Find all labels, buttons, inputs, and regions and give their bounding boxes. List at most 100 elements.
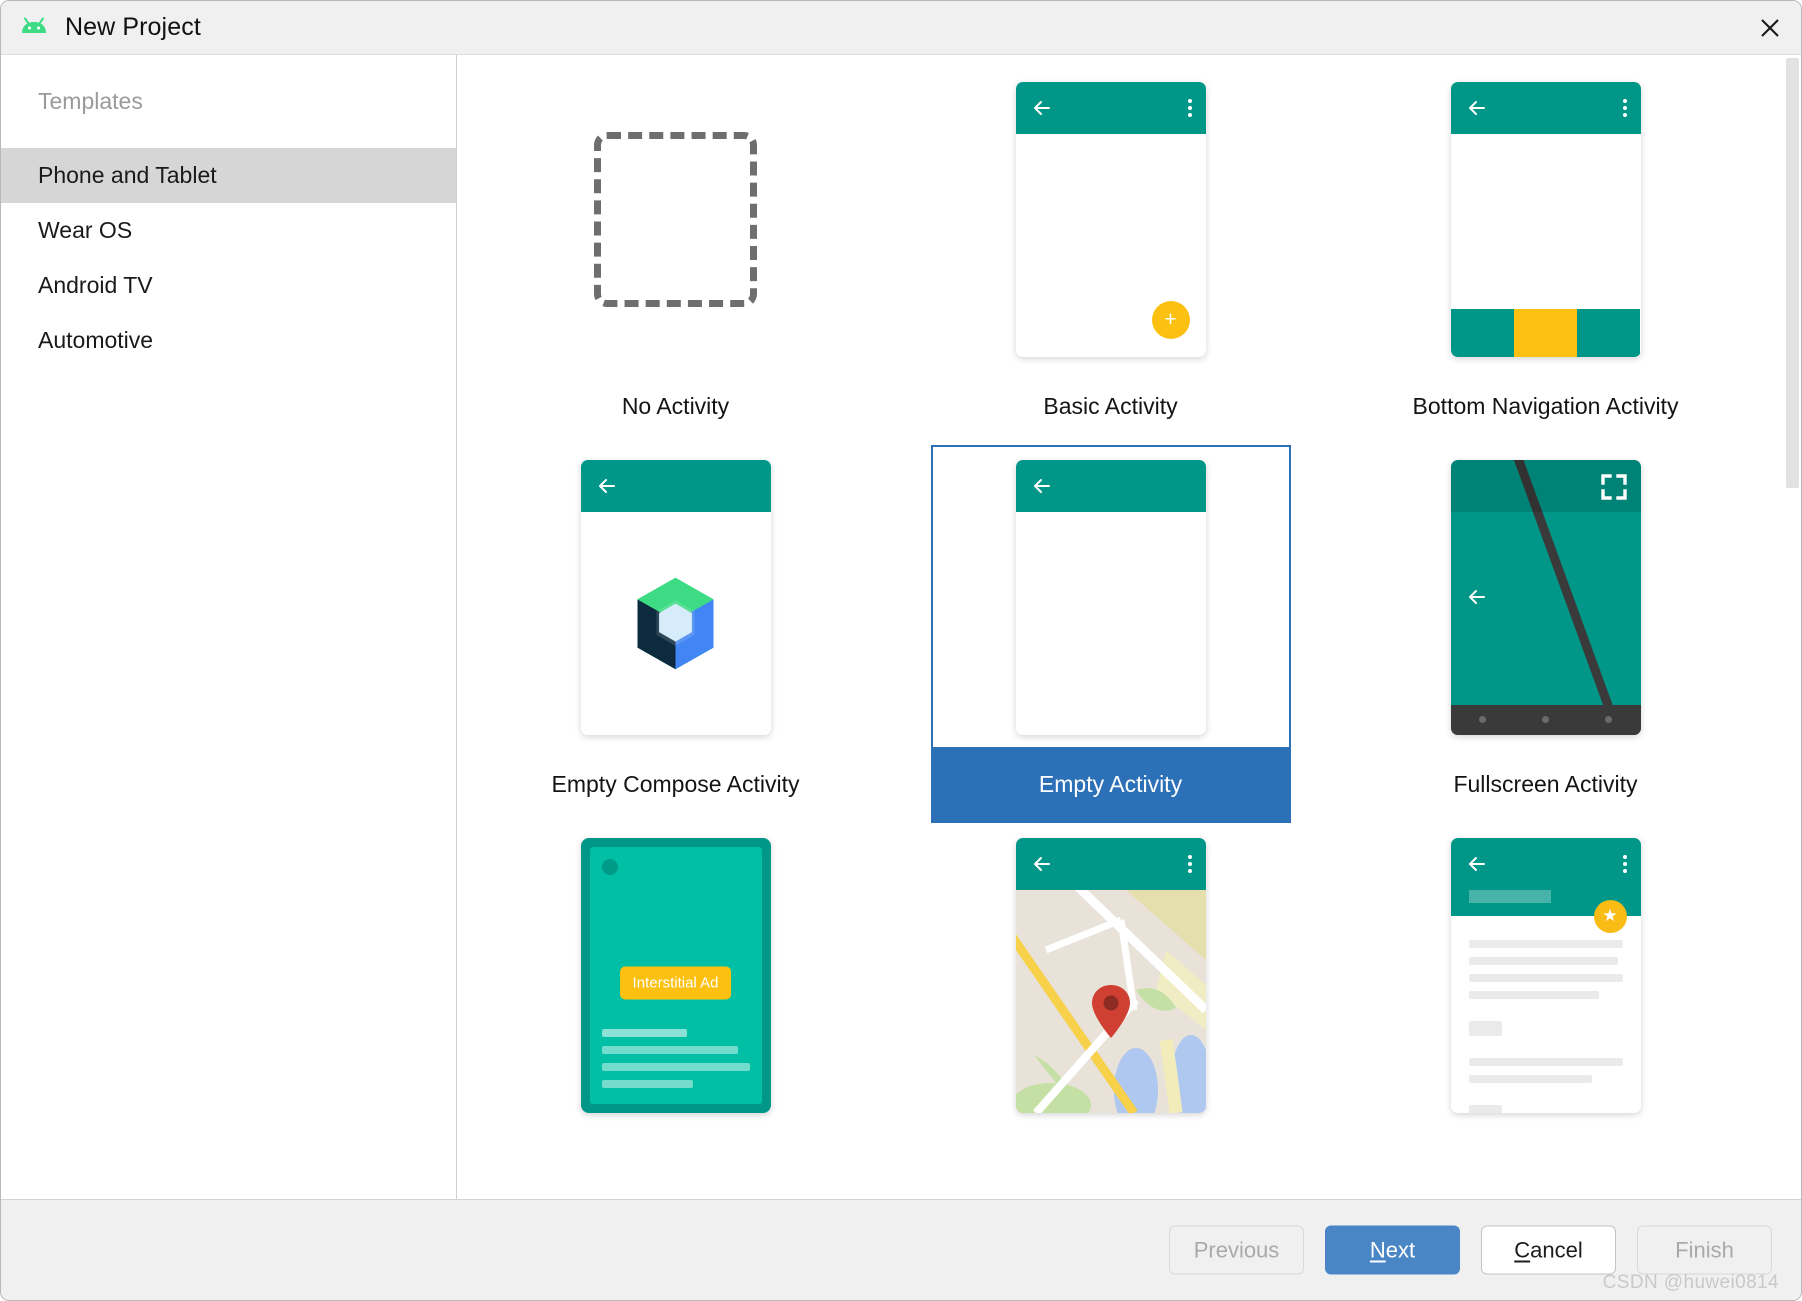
sidebar-header: Templates [38,88,143,114]
template-thumbnail [1368,447,1724,747]
template-card-frame: No Activity [496,67,856,445]
app-bar [1450,81,1641,134]
template-label: Bottom Navigation Activity [1412,393,1679,419]
template-thumbnail [498,447,854,747]
text-line [1468,1074,1592,1083]
interstitial-ad-badge: Interstitial Ad [619,966,732,1000]
title-bar: New Project [1,1,1801,55]
phone-mock: + [1015,81,1206,357]
template-card-empty-compose-activity[interactable]: Empty Compose Activity [458,445,893,823]
app-bar [580,459,771,512]
template-card-frame: Interstitial Ad [496,823,856,1199]
floating-action-button-star-icon: ★ [1593,899,1627,933]
compose-logo-wrap [581,512,771,735]
template-thumbnail: ★ [1368,825,1724,1125]
nav-segment-active [1513,308,1578,357]
template-card-fullscreen-activity[interactable]: Fullscreen Activity [1328,445,1763,823]
template-thumbnail: + [933,69,1289,369]
android-icon [22,17,46,33]
sidebar-item-label: Wear OS [38,217,133,243]
phone-mock: Interstitial Ad [580,837,771,1113]
template-thumbnail [933,825,1289,1125]
ad-screen: Interstitial Ad [589,846,762,1104]
ad-text-lines [601,1028,750,1088]
sidebar-item-label: Automotive [38,327,154,353]
back-arrow-icon [598,478,615,493]
sidebar-item-phone-and-tablet[interactable]: Phone and Tablet [1,148,456,203]
new-project-dialog: New Project Templates Phone and Tablet W… [0,0,1802,1301]
template-card-frame: + Basic Activity [931,67,1291,445]
back-arrow-icon [1468,100,1485,115]
template-grid: No Activity + Basic Activity Bottom Navi… [458,55,1763,1199]
template-label: Empty Compose Activity [551,771,800,797]
overflow-menu-icon [1187,98,1192,117]
text-line [1468,990,1600,999]
phone-mock [580,459,771,735]
cancel-button-mnemonic: C [1514,1237,1531,1262]
template-card-empty-activity[interactable]: Empty Activity [893,445,1328,823]
template-card-scrolling-activity[interactable]: ★ [1328,823,1763,1199]
fullscreen-content [1450,459,1641,735]
text-line [601,1045,738,1054]
finish-button[interactable]: Finish [1637,1225,1772,1275]
templates-sidebar: Templates Phone and Tablet Wear OS Andro… [1,55,457,1199]
template-card-frame [931,823,1291,1199]
back-arrow-icon [1033,856,1050,871]
jetpack-compose-icon [637,577,714,669]
back-arrow-icon [1468,856,1485,871]
vertical-scrollbar[interactable] [1784,55,1801,1199]
watermark-text: CSDN @huwei0814 [1602,1272,1779,1293]
template-thumbnail [933,447,1289,747]
dashed-placeholder-icon [594,131,757,307]
template-card-frame: Empty Compose Activity [496,445,856,823]
title-placeholder [1468,889,1551,903]
overflow-menu-icon [1622,98,1627,117]
sidebar-item-android-tv[interactable]: Android TV [1,258,456,313]
phone-mock [1015,837,1206,1113]
text-line [601,1062,750,1071]
text-line [601,1079,694,1088]
template-label: No Activity [621,393,730,419]
nav-segment [1577,308,1641,357]
next-button[interactable]: Next [1325,1225,1460,1275]
overflow-menu-icon [1622,854,1627,873]
footer-button-group: Previous Next Cancel Finish [1169,1225,1772,1275]
floating-action-button-icon: + [1151,300,1190,339]
text-line [1468,1057,1623,1066]
template-label: Empty Activity [932,747,1289,821]
page-title: New Project [65,13,201,41]
sidebar-item-label: Phone and Tablet [38,162,217,188]
app-bar [1015,81,1206,134]
template-card-bottom-navigation-activity[interactable]: Bottom Navigation Activity [1328,67,1763,445]
template-card-interstitial-ad-activity[interactable]: Interstitial Ad [458,823,893,1199]
template-label [1368,1125,1724,1199]
fullscreen-expand-icon [1600,473,1627,500]
template-thumbnail [1368,69,1724,369]
previous-button-label: Previous [1193,1237,1280,1262]
dialog-footer: Previous Next Cancel Finish CSDN @huwei0… [1,1199,1801,1300]
map-canvas [1015,889,1206,1113]
template-card-no-activity[interactable]: No Activity [458,67,893,445]
nav-segment [1450,308,1514,357]
template-label: Fullscreen Activity [1453,771,1638,797]
cancel-button[interactable]: Cancel [1481,1225,1616,1275]
dialog-body: Templates Phone and Tablet Wear OS Andro… [1,55,1801,1199]
avatar-dot-icon [601,858,618,875]
previous-button[interactable]: Previous [1169,1225,1304,1275]
scrollbar-thumb[interactable] [1786,58,1799,488]
phone-mock [1450,81,1641,357]
template-thumbnail: Interstitial Ad [498,825,854,1125]
template-label [933,1125,1289,1199]
template-card-basic-activity[interactable]: + Basic Activity [893,67,1328,445]
close-button[interactable] [1739,1,1801,55]
text-line [1468,973,1623,982]
text-line [1468,939,1623,948]
template-card-google-maps-activity[interactable] [893,823,1328,1199]
sidebar-item-wear-os[interactable]: Wear OS [1,203,456,258]
next-button-mnemonic: N [1369,1237,1386,1262]
sidebar-item-automotive[interactable]: Automotive [1,313,456,368]
map-graphic [1015,889,1206,1113]
finish-button-label: Finish [1675,1237,1734,1262]
template-label: Basic Activity [1043,393,1178,419]
app-bar [1015,837,1206,890]
